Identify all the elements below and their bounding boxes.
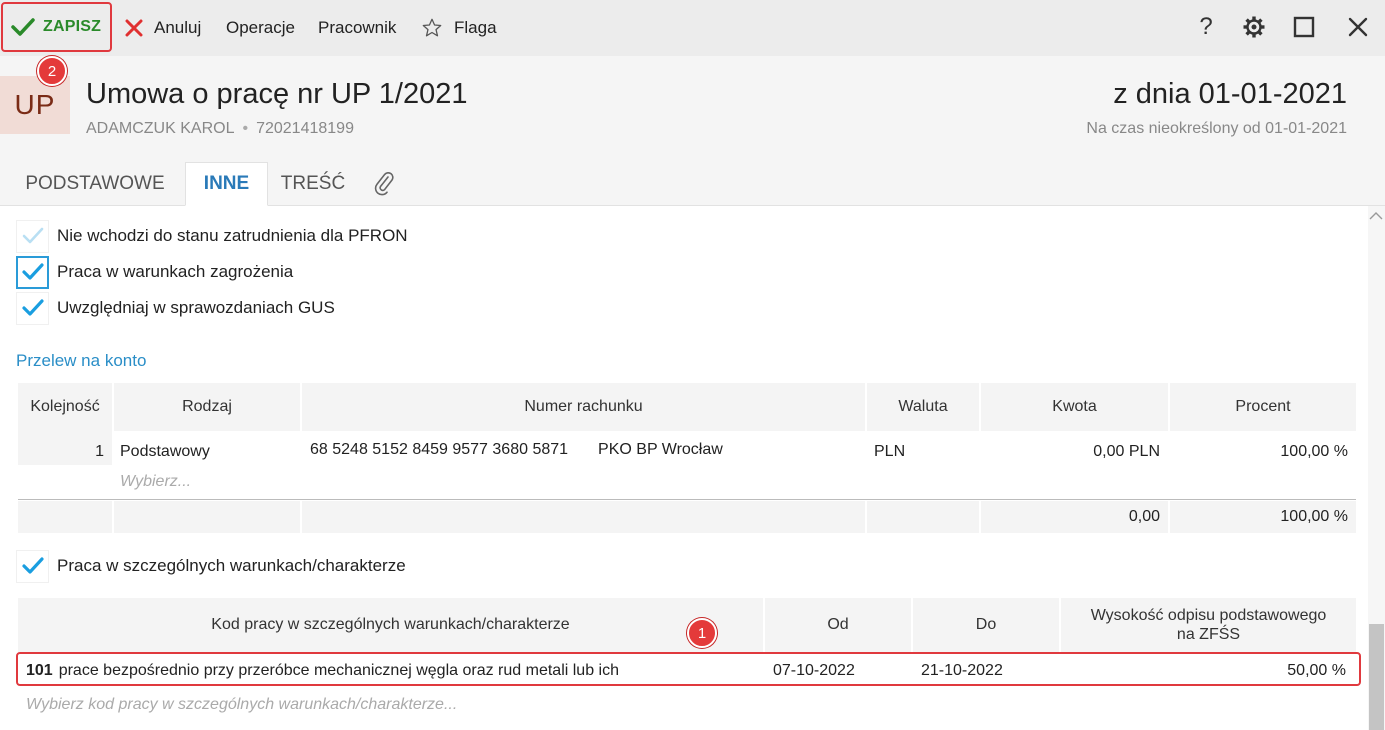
check-icon: [22, 227, 43, 244]
employee-id: 72021418199: [256, 120, 354, 137]
tab-attachments[interactable]: [362, 162, 406, 206]
col-header-from[interactable]: Od: [765, 598, 911, 652]
transfer-section-title: Przelew na konto: [16, 351, 147, 370]
row-bank-name: PKO BP Wrocław: [598, 441, 723, 458]
col-header-type[interactable]: Rodzaj: [114, 383, 300, 431]
operations-menu[interactable]: Operacje: [226, 0, 295, 56]
paperclip-icon: [374, 171, 394, 196]
totals-divider: [18, 499, 1356, 500]
scroll-up-button[interactable]: [1367, 206, 1385, 226]
transfer-grid: Kolejność Rodzaj Numer rachunku Waluta K…: [18, 383, 1356, 533]
document-date: z dnia 01-01-2021: [1113, 78, 1347, 110]
totals-cell-blank: [114, 501, 300, 533]
maximize-icon: [1293, 16, 1315, 38]
settings-button[interactable]: [1237, 10, 1271, 44]
highlighted-row-outline: [16, 652, 1361, 686]
gus-checkbox-label: Uwzględniaj w sprawozdaniach GUS: [57, 298, 335, 317]
flag-button-label: Flaga: [454, 18, 497, 37]
maximize-button[interactable]: [1287, 10, 1321, 44]
tab-bar: PODSTAWOWE INNE TREŚĆ: [0, 162, 1385, 206]
employee-name[interactable]: ADAMCZUK KAROL: [86, 120, 234, 137]
employee-menu[interactable]: Pracownik: [318, 0, 396, 56]
check-icon: [21, 557, 44, 574]
totals-percent: 100,00 %: [1170, 501, 1356, 533]
col-header-account[interactable]: Numer rachunku: [302, 383, 865, 431]
cancel-button[interactable]: Anuluj: [124, 0, 201, 56]
document-type-badge: UP: [0, 76, 70, 134]
totals-cell-blank: [18, 501, 112, 533]
check-icon: [21, 263, 44, 280]
col-header-currency[interactable]: Waluta: [867, 383, 979, 431]
gus-checkbox[interactable]: [16, 291, 49, 325]
save-step-badge-overlay: 2: [37, 56, 67, 86]
row-percent[interactable]: 100,00 %: [1170, 431, 1356, 465]
gear-icon: [1243, 16, 1265, 38]
new-row-order[interactable]: [18, 467, 112, 497]
col-header-zfss[interactable]: Wysokość odpisu podstawowego na ZFŚS: [1061, 598, 1356, 652]
row-account[interactable]: 68 5248 5152 8459 9577 3680 5871 PKO BP …: [302, 431, 865, 465]
totals-cell-blank: [867, 501, 979, 533]
tab-podstawowe[interactable]: PODSTAWOWE: [8, 162, 182, 206]
pfron-checkbox[interactable]: [16, 219, 49, 253]
tab-tresc[interactable]: TREŚĆ: [270, 162, 356, 206]
special-conditions-checkbox[interactable]: [16, 549, 49, 583]
close-window-button[interactable]: [1341, 10, 1375, 44]
flag-button[interactable]: Flaga: [421, 0, 497, 56]
page-title: Umowa o pracę nr UP 1/2021: [86, 78, 468, 110]
row-amount[interactable]: 0,00 PLN: [981, 431, 1168, 465]
new-row-type-input[interactable]: Wybierz...: [114, 467, 300, 497]
col-header-to[interactable]: Do: [913, 598, 1059, 652]
new-work-code-input[interactable]: Wybierz kod pracy w szczególnych warunka…: [18, 690, 763, 720]
col-header-order[interactable]: Kolejność: [18, 383, 112, 431]
operations-menu-label: Operacje: [226, 18, 295, 37]
col-header-zfss-line1: Wysokość odpisu podstawowego: [1090, 607, 1327, 624]
new-row-percent[interactable]: [1170, 467, 1356, 497]
col-header-amount[interactable]: Kwota: [981, 383, 1168, 431]
new-row-currency[interactable]: [867, 467, 979, 497]
col-header-zfss-line2: na ZFŚS: [1176, 626, 1241, 643]
row-order[interactable]: 1: [18, 431, 112, 465]
new-row-account[interactable]: [302, 467, 865, 497]
chevron-up-icon: [1369, 212, 1383, 220]
new-row-amount[interactable]: [981, 467, 1168, 497]
totals-amount: 0,00: [981, 501, 1168, 533]
contract-period: Na czas nieokreślony od 01-01-2021: [1086, 120, 1347, 137]
pfron-checkbox-label: Nie wchodzi do stanu zatrudnienia dla PF…: [57, 226, 408, 245]
gus-checkbox-row[interactable]: Uwzględniaj w sprawozdaniach GUS: [16, 291, 335, 325]
tab-inne[interactable]: INNE: [185, 162, 268, 206]
cancel-button-label: Anuluj: [154, 18, 202, 37]
special-conditions-checkbox-row[interactable]: Praca w szczególnych warunkach/charakter…: [16, 549, 406, 583]
totals-cell-blank: [302, 501, 865, 533]
row-step-badge: 1: [687, 618, 717, 648]
close-icon: [125, 19, 143, 37]
hazard-checkbox-label: Praca w warunkach zagrożenia: [57, 262, 294, 281]
hazard-checkbox-row[interactable]: Praca w warunkach zagrożenia: [16, 255, 294, 289]
close-window-icon: [1348, 17, 1368, 37]
special-conditions-checkbox-label: Praca w szczególnych warunkach/charakter…: [57, 556, 406, 575]
hazard-checkbox[interactable]: [16, 255, 49, 289]
help-icon: ?: [1199, 13, 1213, 40]
document-header: UP Umowa o pracę nr UP 1/2021 ADAMCZUK K…: [0, 56, 1385, 162]
save-button-label: ZAPISZ: [43, 18, 102, 35]
row-currency[interactable]: PLN: [867, 431, 979, 465]
check-icon: [21, 299, 44, 316]
employee-menu-label: Pracownik: [318, 18, 397, 37]
col-header-percent[interactable]: Procent: [1170, 383, 1356, 431]
save-button[interactable]: ZAPISZ: [1, 2, 112, 52]
pfron-checkbox-row[interactable]: Nie wchodzi do stanu zatrudnienia dla PF…: [16, 219, 408, 253]
help-button[interactable]: ?: [1189, 10, 1223, 44]
scrollbar-thumb[interactable]: [1369, 624, 1384, 730]
star-icon: [422, 18, 442, 37]
row-type[interactable]: Podstawowy: [114, 431, 300, 465]
toolbar: ZAPISZ Anuluj Operacje Pracownik Flaga ?: [0, 0, 1385, 56]
row-account-number: 68 5248 5152 8459 9577 3680 5871: [310, 441, 569, 458]
check-icon: [11, 18, 35, 36]
col-header-work-code[interactable]: Kod pracy w szczególnych warunkach/chara…: [18, 598, 763, 652]
employee-info: ADAMCZUK KAROL • 72021418199: [86, 120, 354, 137]
